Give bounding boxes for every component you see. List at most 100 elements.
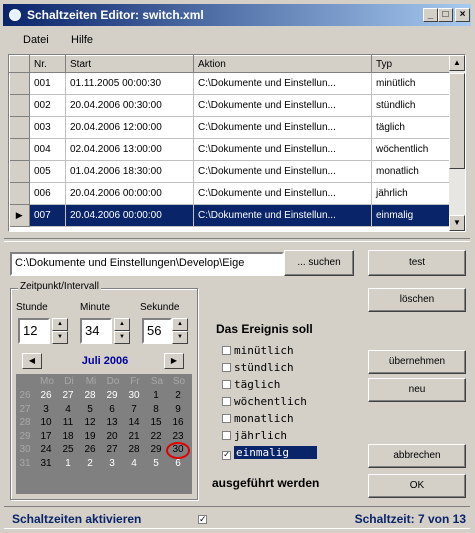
calendar-day[interactable]: 23 bbox=[168, 431, 188, 442]
table-row[interactable]: 002 20.04.2006 00:30:00 C:\Dokumente und… bbox=[9, 94, 450, 117]
spin-up-icon[interactable]: ▲ bbox=[172, 318, 188, 331]
calendar-day[interactable]: 19 bbox=[80, 431, 100, 442]
calendar-day[interactable]: 20 bbox=[102, 431, 122, 442]
table-row[interactable]: 004 02.04.2006 13:00:00 C:\Dokumente und… bbox=[9, 138, 450, 161]
calendar-day[interactable]: 26 bbox=[36, 390, 56, 401]
calendar-day[interactable]: 24 bbox=[36, 444, 56, 455]
calendar-day[interactable]: 29 bbox=[146, 444, 166, 455]
column-header-typ[interactable]: Typ bbox=[371, 55, 450, 73]
apply-button[interactable]: übernehmen bbox=[368, 350, 466, 374]
calendar-day[interactable]: 27 bbox=[58, 390, 78, 401]
event-option[interactable]: minütlich bbox=[222, 344, 294, 357]
column-header-aktion[interactable]: Aktion bbox=[193, 55, 372, 73]
table-row[interactable]: 005 01.04.2006 18:30:00 C:\Dokumente und… bbox=[9, 160, 450, 183]
minute-input[interactable]: 34 bbox=[80, 318, 112, 344]
calendar-day[interactable]: 31 bbox=[36, 458, 56, 469]
hour-spinner[interactable]: ▲ ▼ bbox=[52, 318, 68, 344]
calendar-day[interactable]: 26 bbox=[80, 444, 100, 455]
calendar-day[interactable]: 15 bbox=[146, 417, 166, 428]
scroll-down-icon[interactable]: ▼ bbox=[449, 215, 465, 231]
calendar-day[interactable]: 17 bbox=[36, 431, 56, 442]
calendar-day[interactable]: 7 bbox=[124, 404, 144, 415]
close-button[interactable]: × bbox=[455, 8, 470, 22]
checkbox-icon[interactable] bbox=[222, 346, 231, 355]
table-row-selected[interactable]: ▶ 007 20.04.2006 00:00:00 C:\Dokumente u… bbox=[9, 204, 450, 227]
calendar-day[interactable]: 10 bbox=[36, 417, 56, 428]
test-button[interactable]: test bbox=[368, 250, 466, 276]
calendar-day[interactable]: 2 bbox=[168, 390, 188, 401]
scroll-up-icon[interactable]: ▲ bbox=[449, 55, 465, 71]
cancel-button[interactable]: abbrechen bbox=[368, 444, 466, 468]
event-option[interactable]: täglich bbox=[222, 378, 280, 391]
spin-down-icon[interactable]: ▼ bbox=[52, 331, 68, 344]
second-input[interactable]: 56 bbox=[142, 318, 172, 344]
activate-checkbox[interactable]: ✓ bbox=[198, 512, 210, 524]
column-header-start[interactable]: Start bbox=[65, 55, 194, 73]
calendar-day[interactable]: 1 bbox=[58, 458, 78, 469]
table-row[interactable]: 001 01.11.2005 00:00:30 C:\Dokumente und… bbox=[9, 72, 450, 95]
hour-input[interactable]: 12 bbox=[18, 318, 50, 344]
calendar-day[interactable]: 4 bbox=[58, 404, 78, 415]
calendar-day[interactable]: 5 bbox=[146, 458, 166, 469]
calendar-day[interactable]: 30 bbox=[124, 390, 144, 401]
event-option[interactable]: jährlich bbox=[222, 429, 287, 442]
checkbox-icon[interactable]: ✓ bbox=[198, 515, 207, 524]
delete-button[interactable]: löschen bbox=[368, 288, 466, 312]
spin-up-icon[interactable]: ▲ bbox=[52, 318, 68, 331]
calendar-day[interactable]: 18 bbox=[58, 431, 78, 442]
spin-down-icon[interactable]: ▼ bbox=[114, 331, 130, 344]
search-button[interactable]: ... suchen bbox=[284, 250, 354, 276]
checkbox-icon[interactable] bbox=[222, 363, 231, 372]
calendar-next-icon[interactable]: ▶ bbox=[164, 353, 184, 369]
calendar-day[interactable]: 28 bbox=[80, 390, 100, 401]
event-option[interactable]: monatlich bbox=[222, 412, 294, 425]
second-spinner[interactable]: ▲ ▼ bbox=[172, 318, 188, 344]
event-option[interactable]: wöchentlich bbox=[222, 395, 307, 408]
path-field[interactable]: C:\Dokumente und Einstellungen\Develop\E… bbox=[10, 252, 284, 276]
checkbox-icon[interactable] bbox=[222, 414, 231, 423]
calendar-day[interactable]: 29 bbox=[102, 390, 122, 401]
calendar-day[interactable]: 1 bbox=[146, 390, 166, 401]
calendar-day[interactable]: 25 bbox=[58, 444, 78, 455]
calendar-day[interactable]: 8 bbox=[146, 404, 166, 415]
calendar-day[interactable]: 2 bbox=[80, 458, 100, 469]
scroll-thumb[interactable] bbox=[449, 73, 465, 169]
minimize-button[interactable]: _ bbox=[423, 8, 438, 22]
event-option[interactable]: ✓ einmalig bbox=[222, 446, 317, 460]
calendar-day[interactable]: 3 bbox=[36, 404, 56, 415]
calendar-day[interactable]: 3 bbox=[102, 458, 122, 469]
checkbox-icon[interactable]: ✓ bbox=[222, 451, 231, 460]
calendar-day[interactable]: 6 bbox=[168, 458, 188, 469]
maximize-button[interactable]: □ bbox=[438, 8, 453, 22]
menu-hilfe[interactable]: Hilfe bbox=[71, 34, 93, 46]
new-button[interactable]: neu bbox=[368, 378, 466, 402]
calendar-day[interactable]: 11 bbox=[58, 417, 78, 428]
calendar-day[interactable]: 12 bbox=[80, 417, 100, 428]
calendar-day[interactable]: 6 bbox=[102, 404, 122, 415]
spin-down-icon[interactable]: ▼ bbox=[172, 331, 188, 344]
calendar-day[interactable]: 27 bbox=[102, 444, 122, 455]
title-bar[interactable]: Schaltzeiten Editor: switch.xml _ □ × bbox=[3, 4, 471, 26]
table-row[interactable]: 003 20.04.2006 12:00:00 C:\Dokumente und… bbox=[9, 116, 450, 139]
calendar-day[interactable]: 13 bbox=[102, 417, 122, 428]
calendar-prev-icon[interactable]: ◀ bbox=[22, 353, 42, 369]
checkbox-icon[interactable] bbox=[222, 380, 231, 389]
calendar-day[interactable]: 22 bbox=[146, 431, 166, 442]
calendar-day[interactable]: 14 bbox=[124, 417, 144, 428]
table-row[interactable]: 006 20.04.2006 00:00:00 C:\Dokumente und… bbox=[9, 182, 450, 205]
calendar-day[interactable]: 16 bbox=[168, 417, 188, 428]
calendar-day[interactable]: 28 bbox=[124, 444, 144, 455]
calendar-day[interactable]: 4 bbox=[124, 458, 144, 469]
calendar-day[interactable]: 9 bbox=[168, 404, 188, 415]
calendar-month-title[interactable]: Juli 2006 bbox=[58, 355, 152, 367]
ok-button[interactable]: OK bbox=[368, 474, 466, 498]
menu-datei[interactable]: Datei bbox=[23, 34, 49, 46]
checkbox-icon[interactable] bbox=[222, 397, 231, 406]
event-option[interactable]: stündlich bbox=[222, 361, 294, 374]
spin-up-icon[interactable]: ▲ bbox=[114, 318, 130, 331]
minute-spinner[interactable]: ▲ ▼ bbox=[114, 318, 130, 344]
calendar-day[interactable]: 21 bbox=[124, 431, 144, 442]
calendar-day[interactable]: 5 bbox=[80, 404, 100, 415]
column-header-nr[interactable]: Nr. bbox=[29, 55, 66, 73]
table-scrollbar[interactable]: ▲ ▼ bbox=[449, 55, 465, 231]
